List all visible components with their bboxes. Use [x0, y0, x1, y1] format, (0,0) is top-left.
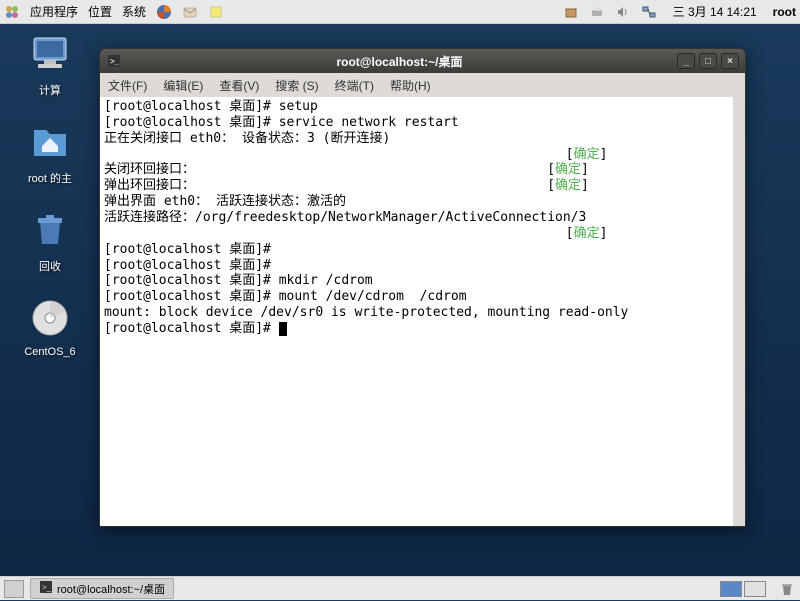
desktop-label-centos: CentOS_6 [24, 346, 75, 358]
menu-terminal[interactable]: 终端(T) [335, 77, 374, 94]
firefox-icon[interactable] [156, 4, 172, 20]
terminal-line: 正在关闭接口 eth0： 设备状态：3 (断开连接) [104, 131, 729, 147]
svg-text:>_: >_ [42, 583, 52, 592]
task-label: root@localhost:~/桌面 [57, 581, 165, 597]
volume-icon[interactable] [615, 4, 631, 20]
menu-edit[interactable]: 编辑(E) [163, 77, 203, 94]
workspace-pager [720, 581, 766, 597]
disc-icon [26, 294, 74, 342]
terminal-line: 关闭环回接口： [确定] [104, 162, 729, 178]
task-terminal-icon: >_ [39, 580, 53, 597]
desktop-icon-computer[interactable]: 计算 [10, 30, 90, 98]
desktop-label-home: root 的主 [28, 170, 72, 186]
taskbar-right [720, 580, 796, 598]
desktop-icon-home[interactable]: root 的主 [10, 118, 90, 186]
terminal-titlebar[interactable]: >_ root@localhost:~/桌面 _ □ × [100, 49, 745, 73]
desktop-label-trash: 回收 [39, 258, 61, 274]
folder-home-icon [26, 118, 74, 166]
notes-icon[interactable] [208, 4, 224, 20]
desktop-label-computer: 计算 [39, 82, 61, 98]
panel-right: 三 3月 14 14:21 root [563, 3, 796, 20]
terminal-line: [root@localhost 桌面]# [104, 321, 729, 337]
mail-icon[interactable] [182, 4, 198, 20]
trash-bin-icon [26, 206, 74, 254]
workspace-2[interactable] [744, 581, 766, 597]
terminal-line: [root@localhost 桌面]# [104, 258, 729, 274]
desktop-icon-trash[interactable]: 回收 [10, 206, 90, 274]
menu-system[interactable]: 系统 [122, 3, 146, 20]
desktop-icons: 计算 root 的主 回收 CentOS_6 [10, 30, 90, 358]
terminal-title-text: root@localhost:~/桌面 [122, 53, 677, 70]
menu-applications[interactable]: 应用程序 [30, 3, 78, 20]
taskbar-left: >_ root@localhost:~/桌面 [4, 578, 174, 599]
printer-icon[interactable] [589, 4, 605, 20]
desktop-icon-centos[interactable]: CentOS_6 [10, 294, 90, 358]
terminal-line: mount: block device /dev/sr0 is write-pr… [104, 305, 729, 321]
terminal-line: 弹出环回接口： [确定] [104, 178, 729, 194]
menu-places[interactable]: 位置 [88, 3, 112, 20]
titlebar-buttons: _ □ × [677, 53, 739, 69]
terminal-line: 弹出界面 eth0： 活跃连接状态：激活的 [104, 194, 729, 210]
svg-text:>_: >_ [110, 57, 120, 66]
terminal-titlebar-icon: >_ [106, 53, 122, 69]
menu-help[interactable]: 帮助(H) [390, 77, 431, 94]
top-panel: 应用程序 位置 系统 三 3月 14 14:21 root [0, 0, 800, 24]
package-icon[interactable] [563, 4, 579, 20]
menu-search[interactable]: 搜索 (S) [275, 77, 318, 94]
network-icon[interactable] [641, 4, 657, 20]
menu-file[interactable]: 文件(F) [108, 77, 147, 94]
taskbar-task-terminal[interactable]: >_ root@localhost:~/桌面 [30, 578, 174, 599]
terminal-line: [root@localhost 桌面]# [104, 242, 729, 258]
clock-text[interactable]: 三 3月 14 14:21 [673, 3, 757, 20]
bottom-panel: >_ root@localhost:~/桌面 [0, 576, 800, 600]
terminal-line: [root@localhost 桌面]# mkdir /cdrom [104, 273, 729, 289]
terminal-line: [root@localhost 桌面]# setup [104, 99, 729, 115]
terminal-menubar: 文件(F) 编辑(E) 查看(V) 搜索 (S) 终端(T) 帮助(H) [100, 73, 745, 97]
terminal-line: [确定] [104, 226, 729, 242]
terminal-line: 活跃连接路径：/org/freedesktop/NetworkManager/A… [104, 210, 729, 226]
computer-icon [26, 30, 74, 78]
terminal-cursor [279, 322, 287, 336]
user-label[interactable]: root [773, 5, 796, 19]
terminal-body[interactable]: [root@localhost 桌面]# setup[root@localhos… [100, 97, 745, 526]
distro-icon[interactable] [4, 4, 20, 20]
terminal-window: >_ root@localhost:~/桌面 _ □ × 文件(F) 编辑(E)… [99, 48, 746, 527]
workspace-1[interactable] [720, 581, 742, 597]
close-button[interactable]: × [721, 53, 739, 69]
menu-view[interactable]: 查看(V) [219, 77, 259, 94]
maximize-button[interactable]: □ [699, 53, 717, 69]
terminal-line: [root@localhost 桌面]# mount /dev/cdrom /c… [104, 289, 729, 305]
terminal-line: [确定] [104, 147, 729, 163]
terminal-line: [root@localhost 桌面]# service network res… [104, 115, 729, 131]
show-desktop-button[interactable] [4, 580, 24, 598]
minimize-button[interactable]: _ [677, 53, 695, 69]
panel-left: 应用程序 位置 系统 [4, 3, 224, 20]
panel-trash-icon[interactable] [778, 580, 796, 598]
